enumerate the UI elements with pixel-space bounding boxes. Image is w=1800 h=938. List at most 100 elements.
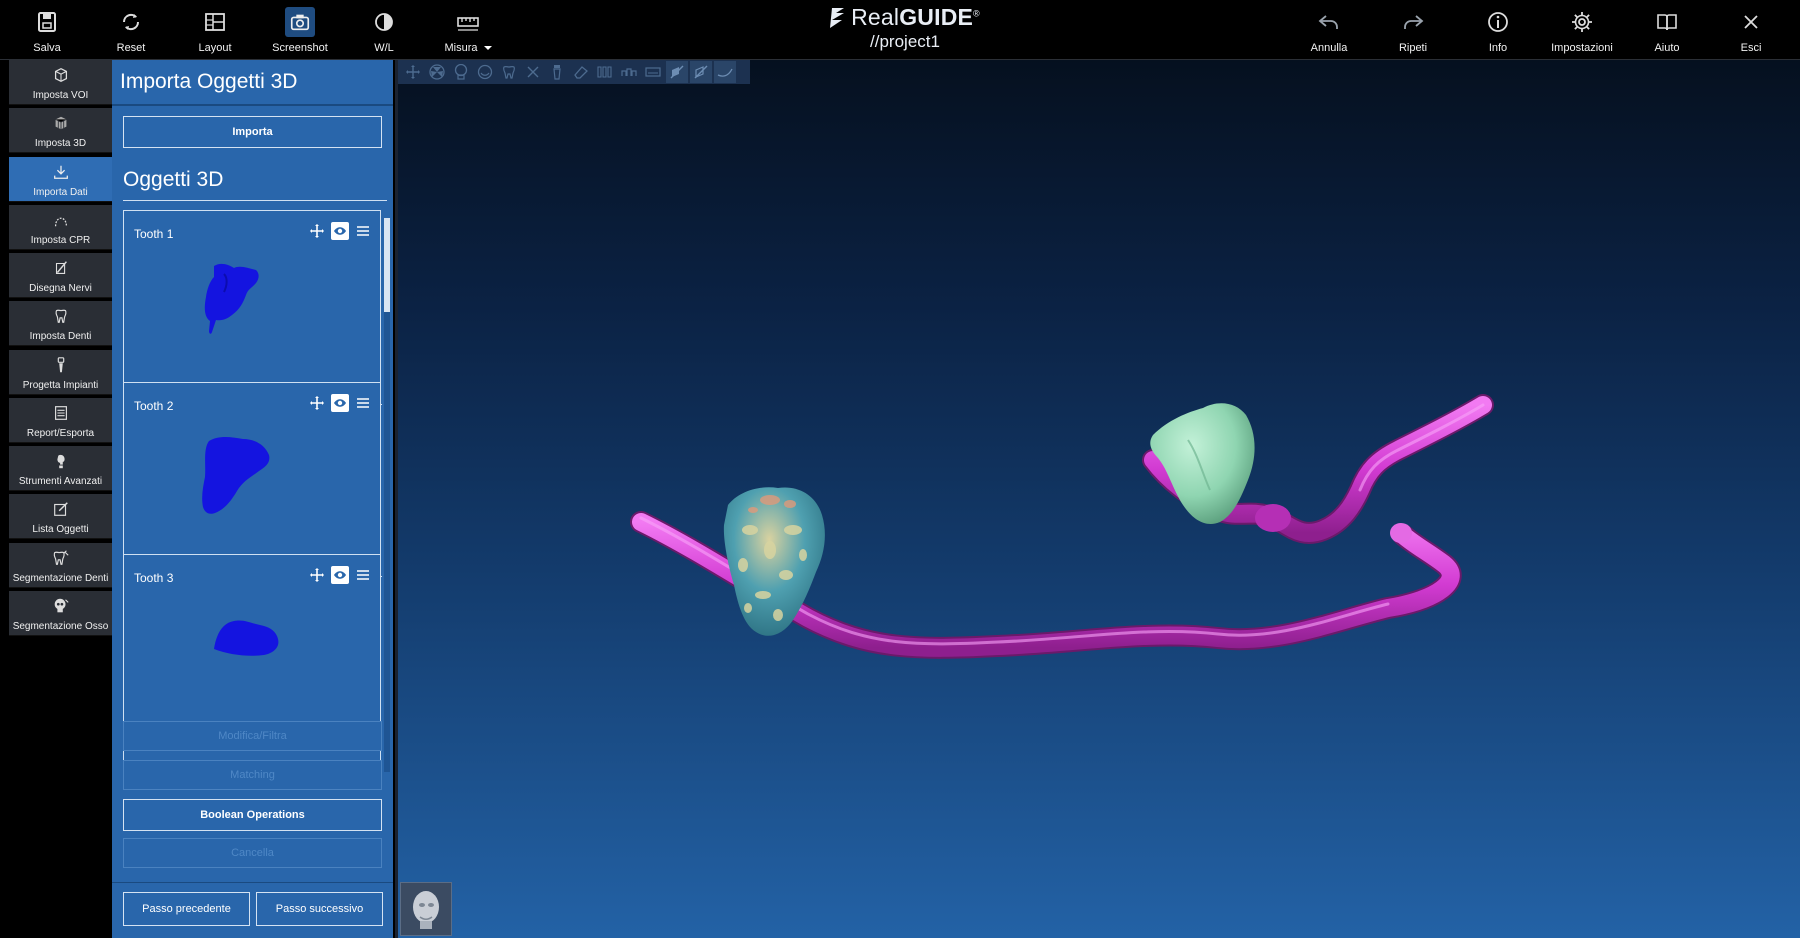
nerve-pen-icon bbox=[55, 261, 67, 274]
ruler-icon bbox=[457, 17, 479, 31]
workflow-steps-sidebar: Imposta VOI Imposta 3D Importa Dati Impo… bbox=[0, 60, 112, 938]
wl-label: W/L bbox=[374, 42, 394, 54]
brand-mark: ® bbox=[973, 8, 980, 19]
move-icon[interactable] bbox=[308, 394, 326, 412]
exit-button[interactable]: Esci bbox=[1714, 0, 1788, 59]
move-icon[interactable] bbox=[308, 222, 326, 240]
settings-button[interactable]: Impostazioni bbox=[1545, 0, 1619, 59]
save-button[interactable]: Salva bbox=[10, 0, 84, 59]
menu-icon[interactable] bbox=[354, 394, 372, 412]
objects-list[interactable]: Tooth 1 Tooth 2 Tooth 3 bbox=[123, 210, 387, 772]
scrollbar-thumb[interactable] bbox=[384, 218, 390, 312]
delete-button[interactable]: Cancella bbox=[123, 838, 382, 868]
step-importa-dati[interactable]: Importa Dati bbox=[9, 157, 112, 202]
object-name: Tooth 2 bbox=[134, 399, 174, 413]
layout-label: Layout bbox=[198, 42, 232, 54]
step-imposta-denti[interactable]: Imposta Denti bbox=[9, 301, 112, 346]
info-icon bbox=[1488, 12, 1508, 32]
edit-filter-button[interactable]: Modifica/Filtra bbox=[123, 721, 382, 751]
object-card-tooth-2[interactable]: Tooth 2 bbox=[123, 382, 382, 577]
panel-title: Importa Oggetti 3D bbox=[120, 70, 298, 93]
boolean-operations-button[interactable]: Boolean Operations bbox=[123, 799, 382, 831]
window-level-button[interactable]: W/L bbox=[347, 0, 421, 59]
head-orientation-icon bbox=[413, 891, 439, 929]
3d-viewport[interactable] bbox=[398, 60, 1800, 938]
arch-curve-icon bbox=[54, 217, 67, 227]
save-icon bbox=[38, 12, 56, 32]
undo-button[interactable]: Annulla bbox=[1292, 0, 1366, 59]
measure-label: Misura bbox=[444, 42, 478, 54]
logo: RealGUIDE® bbox=[820, 4, 990, 31]
matching-button[interactable]: Matching bbox=[123, 760, 382, 790]
skull-segmentation-icon bbox=[54, 598, 69, 613]
gear-icon bbox=[1572, 12, 1592, 32]
3d-scene bbox=[630, 394, 1494, 659]
previous-step-button[interactable]: Passo precedente bbox=[123, 892, 250, 926]
reset-label: Reset bbox=[116, 42, 146, 54]
redo-icon bbox=[1404, 15, 1424, 29]
tooth-segmentation-icon bbox=[53, 550, 69, 565]
divider bbox=[123, 200, 387, 201]
step-segmentazione-osso[interactable]: Segmentazione Osso bbox=[9, 591, 112, 636]
menu-icon[interactable] bbox=[354, 566, 372, 584]
object-name: Tooth 3 bbox=[134, 571, 174, 585]
help-label: Aiuto bbox=[1654, 42, 1680, 54]
tooth-preview bbox=[202, 437, 270, 514]
voi-cube-icon bbox=[54, 67, 67, 83]
contrast-icon bbox=[375, 13, 393, 31]
screenshot-button[interactable]: Screenshot bbox=[263, 0, 337, 59]
layout-button[interactable]: Layout bbox=[178, 0, 252, 59]
advanced-tools-icon bbox=[56, 454, 65, 469]
object-list-icon bbox=[53, 502, 68, 516]
undo-icon bbox=[1318, 15, 1338, 29]
step-report-esporta[interactable]: Report/Esporta bbox=[9, 398, 112, 443]
exit-label: Esci bbox=[1740, 42, 1762, 54]
info-button[interactable]: Info bbox=[1461, 0, 1535, 59]
next-step-button[interactable]: Passo successivo bbox=[256, 892, 383, 926]
camera-icon bbox=[290, 14, 310, 31]
measure-dropdown[interactable]: Misura bbox=[431, 0, 505, 59]
import-button[interactable]: Importa bbox=[123, 116, 382, 148]
app-brand: RealGUIDE® //project1 bbox=[820, 2, 990, 58]
settings-label: Impostazioni bbox=[1551, 42, 1613, 54]
orientation-head-thumbnail[interactable] bbox=[400, 882, 452, 936]
step-segmentazione-denti[interactable]: Segmentazione Denti bbox=[9, 543, 112, 588]
save-label: Salva bbox=[33, 42, 61, 54]
tooth-preview bbox=[204, 263, 259, 334]
visibility-eye-icon[interactable] bbox=[331, 566, 349, 584]
reset-button[interactable]: Reset bbox=[94, 0, 168, 59]
brand-suffix: GUIDE bbox=[899, 4, 974, 30]
objects-section-title: Oggetti 3D bbox=[123, 168, 224, 191]
tooth-preview bbox=[214, 620, 279, 656]
help-button[interactable]: Aiuto bbox=[1630, 0, 1704, 59]
report-icon bbox=[54, 406, 67, 420]
reset-icon bbox=[122, 13, 140, 31]
layout-icon bbox=[205, 13, 225, 31]
object-name: Tooth 1 bbox=[134, 227, 174, 241]
undo-label: Annulla bbox=[1310, 42, 1348, 54]
step-lista-oggetti[interactable]: Lista Oggetti bbox=[9, 494, 112, 539]
book-icon bbox=[1657, 14, 1677, 31]
divider bbox=[112, 882, 393, 883]
brand-prefix: Real bbox=[851, 4, 900, 30]
menu-icon[interactable] bbox=[354, 222, 372, 240]
visibility-eye-icon[interactable] bbox=[331, 394, 349, 412]
chevron-down-icon bbox=[483, 46, 492, 51]
implant-icon bbox=[57, 357, 64, 373]
redo-label: Ripeti bbox=[1398, 42, 1428, 54]
step-disegna-nervi[interactable]: Disegna Nervi bbox=[9, 253, 112, 298]
object-card-tooth-1[interactable]: Tooth 1 bbox=[123, 210, 382, 405]
import-3d-objects-panel: Importa Oggetti 3D Importa Oggetti 3D To… bbox=[112, 60, 393, 938]
redo-button[interactable]: Ripeti bbox=[1376, 0, 1450, 59]
step-progetta-impianti[interactable]: Progetta Impianti bbox=[9, 350, 112, 395]
volume-3d-icon bbox=[54, 116, 67, 130]
brand-logo-icon bbox=[830, 7, 845, 28]
project-name: //project1 bbox=[870, 32, 940, 51]
step-imposta-3d[interactable]: Imposta 3D bbox=[9, 108, 112, 153]
info-label: Info bbox=[1488, 42, 1508, 54]
step-imposta-voi[interactable]: Imposta VOI bbox=[9, 60, 112, 105]
step-imposta-cpr[interactable]: Imposta CPR bbox=[9, 205, 112, 250]
move-icon[interactable] bbox=[308, 566, 326, 584]
step-strumenti-avanzati[interactable]: Strumenti Avanzati bbox=[9, 446, 112, 491]
visibility-eye-icon[interactable] bbox=[331, 222, 349, 240]
